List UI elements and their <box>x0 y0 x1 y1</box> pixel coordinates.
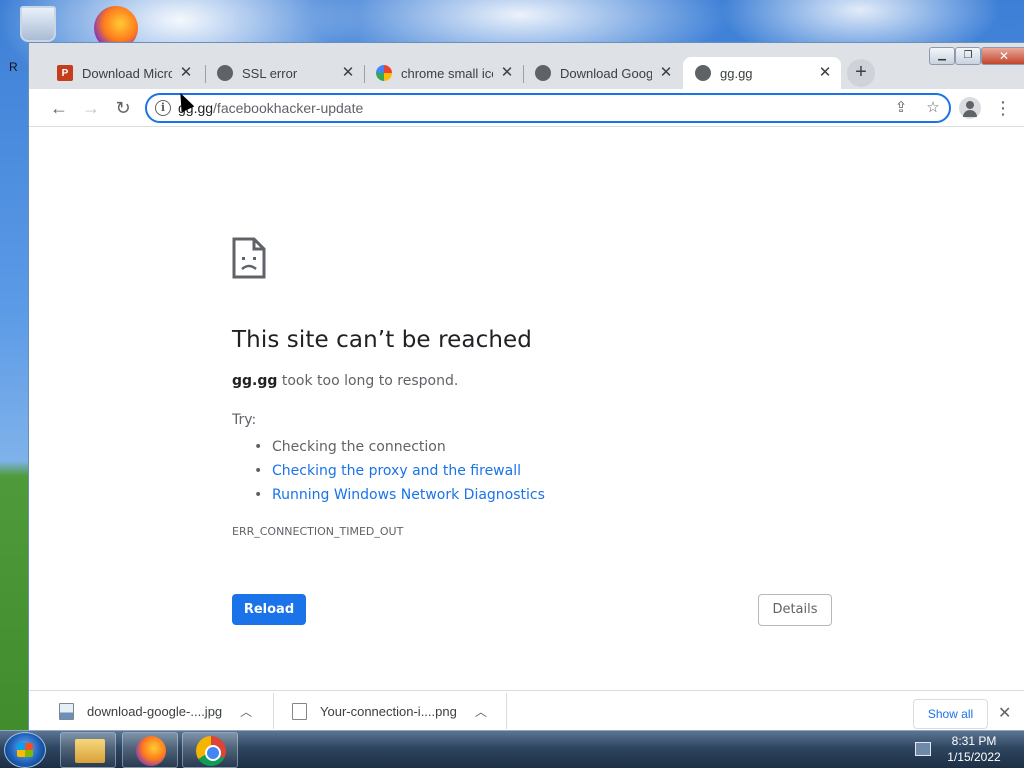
page-content: This site can’t be reached gg.gg took to… <box>29 127 1024 690</box>
download-shelf: download-google-....jpg ︿ Your-connectio… <box>29 690 1024 731</box>
desktop-side-text: R <box>9 60 18 74</box>
image-file-icon <box>59 703 74 720</box>
info-icon[interactable]: i <box>155 100 171 116</box>
forward-arrow-icon[interactable]: → <box>77 94 105 122</box>
globe-icon <box>695 65 711 81</box>
suggestion-check-connection: Checking the connection <box>254 435 545 459</box>
suggestion-network-diagnostics-link[interactable]: Running Windows Network Diagnostics <box>254 483 545 507</box>
tab-ssl-error[interactable]: SSL error ✕ <box>205 57 364 89</box>
close-tab-icon[interactable]: ✕ <box>340 65 356 81</box>
maximize-icon[interactable]: ❐ <box>955 47 981 65</box>
download-filename: download-google-....jpg <box>87 704 223 719</box>
error-message: took too long to respond. <box>277 373 459 389</box>
clock-time: 8:31 PM <box>951 734 997 748</box>
globe-icon <box>217 65 233 81</box>
details-button[interactable]: Details <box>758 594 832 626</box>
error-description: gg.gg took too long to respond. <box>232 373 458 389</box>
tab-strip: P Download Microsoft ✕ SSL error ✕ chrom… <box>29 43 1024 89</box>
new-tab-button[interactable]: + <box>847 59 875 87</box>
taskbar-chrome-button[interactable] <box>182 732 238 768</box>
google-icon <box>376 65 392 81</box>
chrome-icon <box>196 736 226 766</box>
close-tab-icon[interactable]: ✕ <box>817 65 833 81</box>
error-host: gg.gg <box>232 373 278 389</box>
tab-gg-gg[interactable]: gg.gg ✕ <box>683 57 841 89</box>
address-url[interactable]: gg.gg/facebookhacker-update <box>178 100 363 116</box>
tab-title: Download Microsoft <box>82 65 172 81</box>
download-separator <box>273 693 274 729</box>
sad-document-icon <box>232 237 266 279</box>
kebab-menu-icon[interactable]: ⋮ <box>993 95 1013 121</box>
tab-chrome-small-icon[interactable]: chrome small icon ✕ <box>364 57 523 89</box>
start-button[interactable] <box>4 732 46 768</box>
tab-download-microsoft[interactable]: P Download Microsoft ✕ <box>45 57 202 89</box>
profile-avatar-icon[interactable] <box>959 97 981 119</box>
show-all-button[interactable]: Show all <box>913 699 988 729</box>
taskbar-firefox-button[interactable] <box>122 732 178 768</box>
taskbar-explorer-button[interactable] <box>60 732 116 768</box>
close-tab-icon[interactable]: ✕ <box>658 65 674 81</box>
address-bar[interactable]: i gg.gg/facebookhacker-update ⇪ ☆ <box>145 93 951 123</box>
error-title: This site can’t be reached <box>232 327 532 353</box>
close-window-icon[interactable]: ✕ <box>981 47 1024 65</box>
close-tab-icon[interactable]: ✕ <box>178 65 194 81</box>
system-clock[interactable]: 8:31 PM 1/15/2022 <box>936 733 1012 765</box>
bookmark-star-icon[interactable]: ☆ <box>923 98 943 118</box>
globe-icon <box>535 65 551 81</box>
close-shelf-icon[interactable]: ✕ <box>998 703 1011 723</box>
download-item[interactable]: Your-connection-i....png ︿ <box>292 691 487 732</box>
tab-title: SSL error <box>242 65 298 81</box>
back-arrow-icon[interactable]: ← <box>45 94 73 122</box>
close-tab-icon[interactable]: ✕ <box>499 65 515 81</box>
network-tray-icon[interactable] <box>915 742 931 756</box>
clock-date: 1/15/2022 <box>947 750 1001 764</box>
tab-download-google[interactable]: Download Google ✕ <box>523 57 682 89</box>
chevron-up-icon[interactable]: ︿ <box>475 703 487 720</box>
download-filename: Your-connection-i....png <box>320 704 457 719</box>
firefox-icon <box>136 736 166 766</box>
file-icon <box>292 703 307 720</box>
browser-window: P Download Microsoft ✕ SSL error ✕ chrom… <box>28 42 1024 731</box>
error-code: ERR_CONNECTION_TIMED_OUT <box>232 525 404 538</box>
url-path: /facebookhacker-update <box>213 100 364 116</box>
minimize-icon[interactable]: ▁ <box>929 47 955 65</box>
folder-icon <box>75 739 105 763</box>
reload-icon[interactable]: ↻ <box>109 94 137 122</box>
tab-title: gg.gg <box>720 65 753 81</box>
taskbar: 8:31 PM 1/15/2022 <box>0 730 1024 768</box>
reload-button[interactable]: Reload <box>232 594 306 625</box>
powerpoint-icon: P <box>57 65 73 81</box>
try-label: Try: <box>232 412 257 428</box>
share-icon[interactable]: ⇪ <box>891 98 911 118</box>
download-separator <box>506 693 507 729</box>
tab-title: chrome small icon <box>401 65 493 81</box>
chevron-up-icon[interactable]: ︿ <box>240 703 252 720</box>
download-item[interactable]: download-google-....jpg ︿ <box>59 691 252 732</box>
recycle-bin-icon[interactable] <box>20 6 56 42</box>
suggestion-check-proxy-firewall-link[interactable]: Checking the proxy and the firewall <box>254 459 545 483</box>
tab-title: Download Google <box>560 65 652 81</box>
suggestion-list: Checking the connection Checking the pro… <box>254 435 545 507</box>
